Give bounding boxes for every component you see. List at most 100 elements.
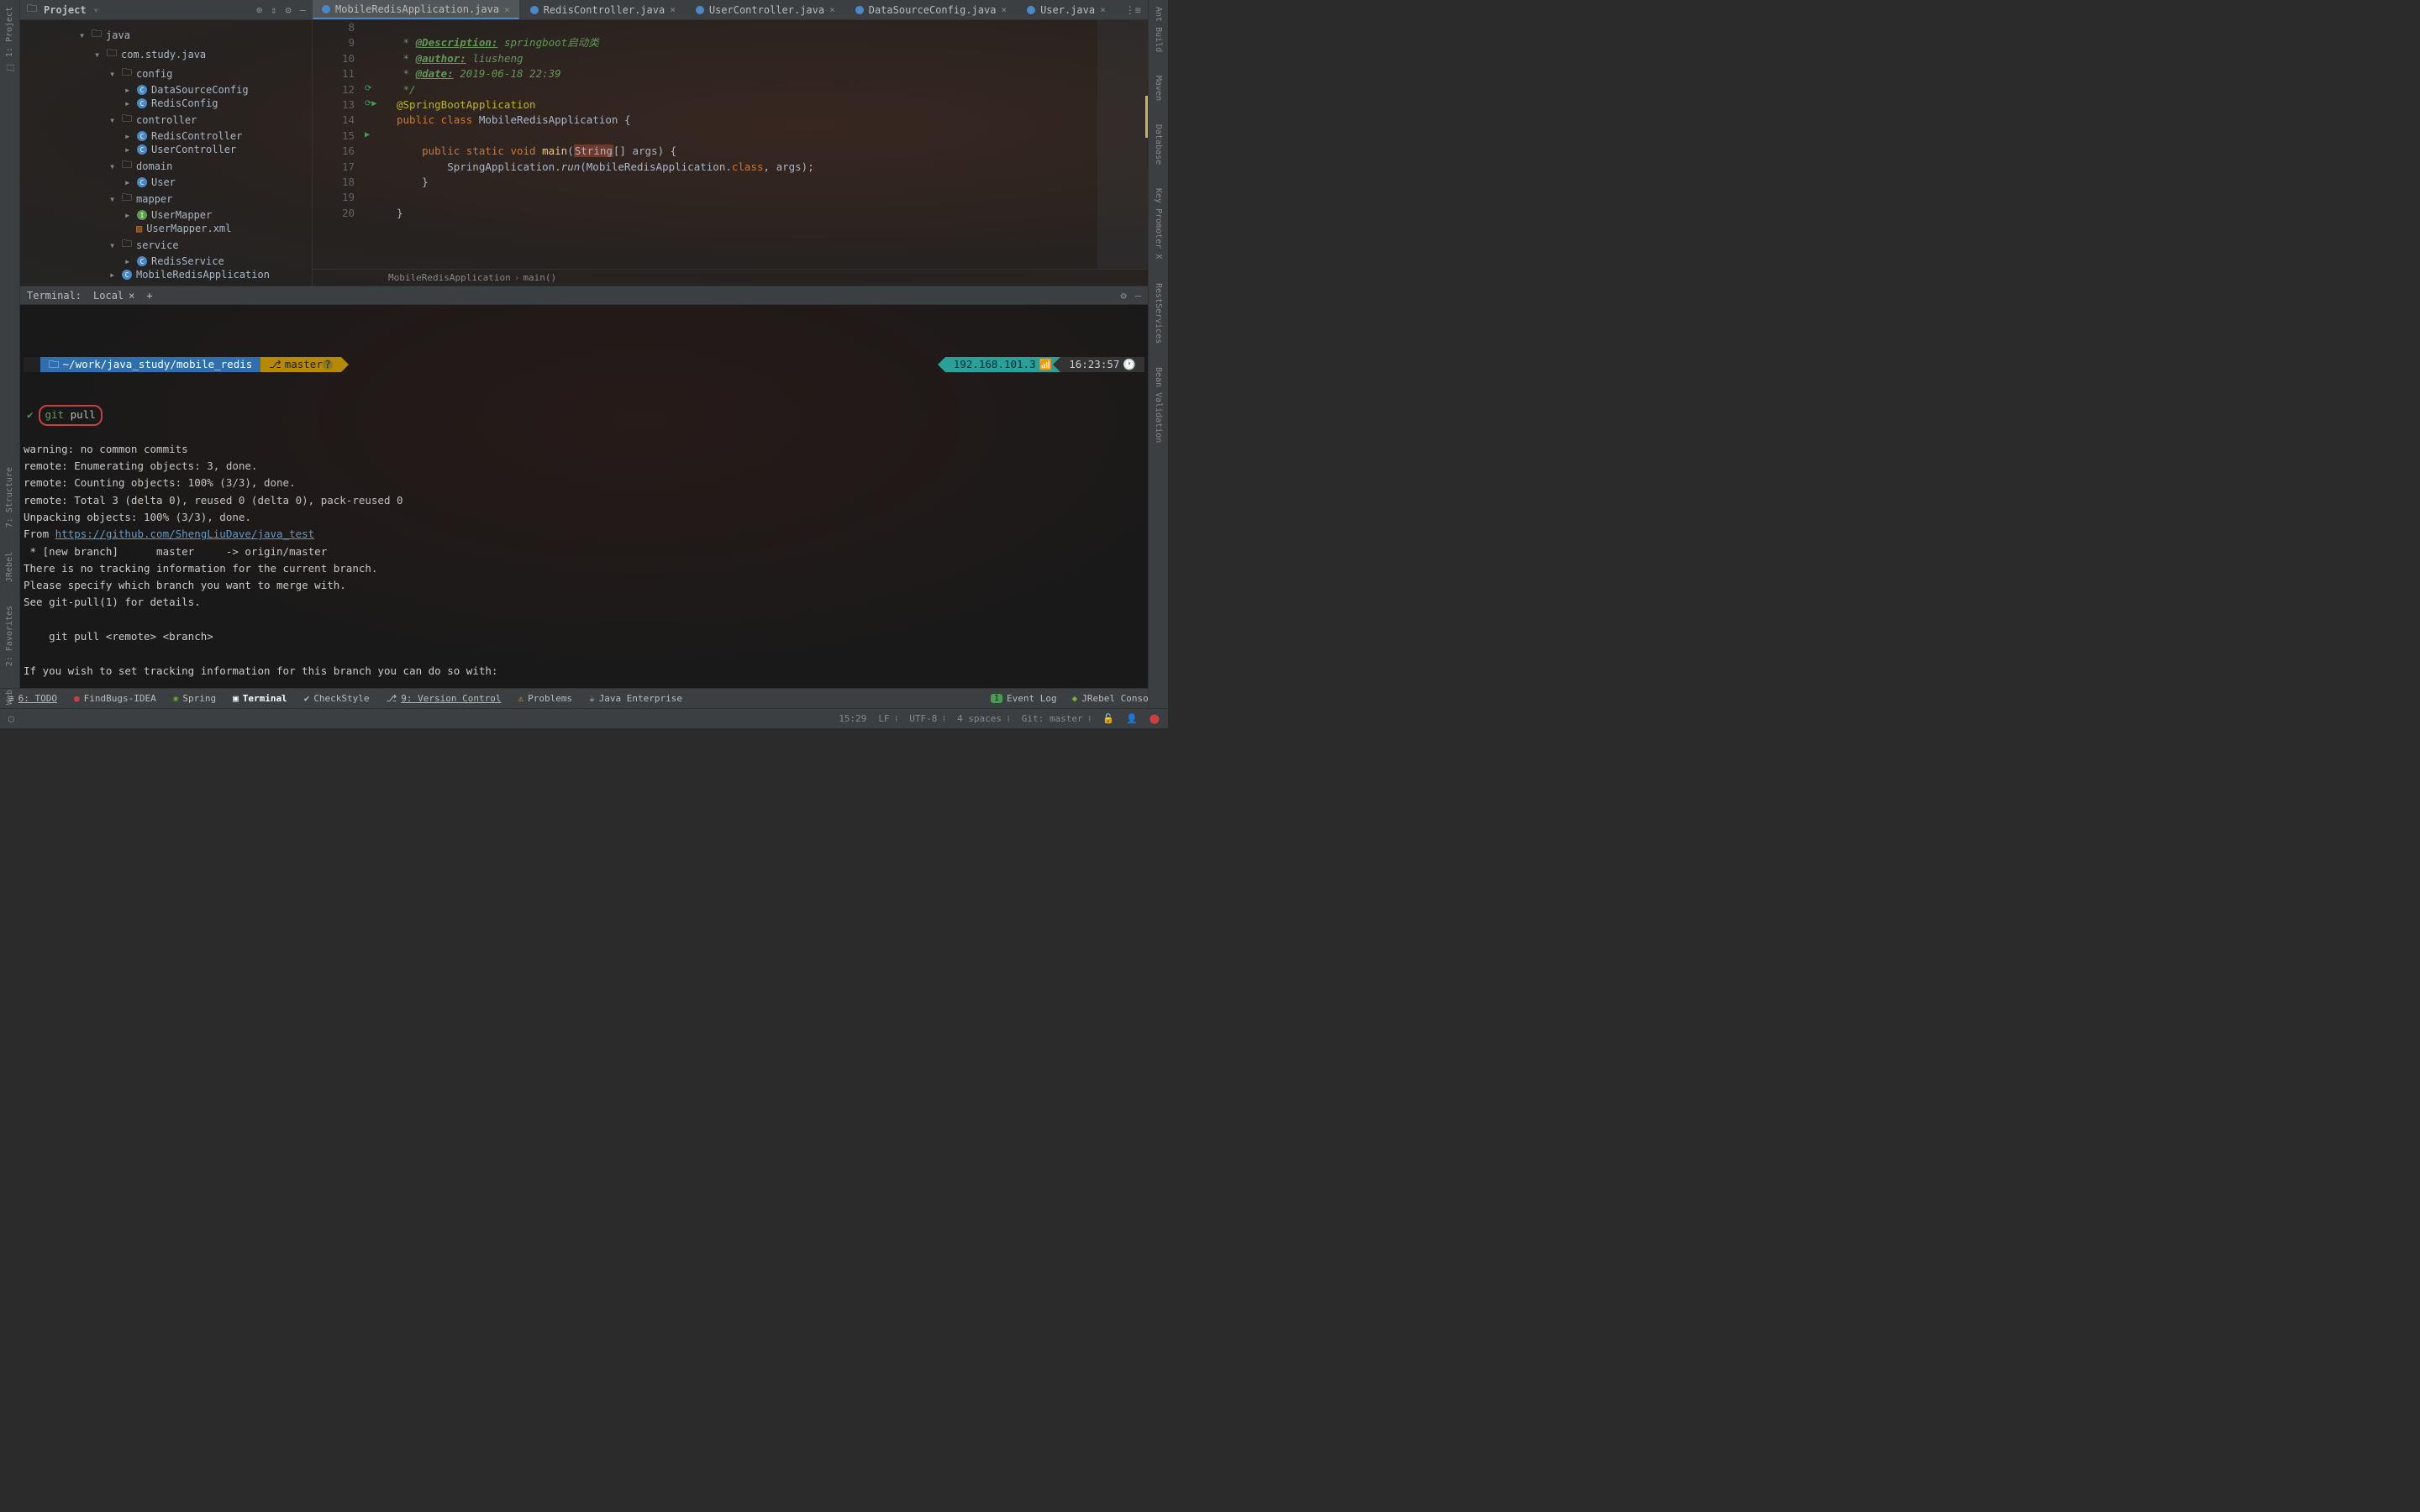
tree-domain[interactable]: ▾🗀domain: [20, 156, 312, 176]
terminal-icon: ▣: [233, 693, 239, 704]
class-icon: C: [137, 144, 147, 155]
package-icon: 🗀: [122, 111, 132, 129]
tool-version-control[interactable]: ⎇9: Version Control: [387, 693, 502, 704]
tree-resources[interactable]: ▸🗀resources: [20, 281, 312, 286]
status-encoding[interactable]: UTF-8 ⁞: [909, 713, 945, 724]
tabs-menu-icon[interactable]: ⋮≡: [1118, 4, 1148, 16]
tool-checkstyle[interactable]: ✔CheckStyle: [304, 693, 370, 704]
tool-web[interactable]: Web: [5, 686, 14, 708]
tree-item[interactable]: ▸CDataSourceConfig: [20, 83, 312, 97]
tree-service[interactable]: ▾🗀service: [20, 235, 312, 255]
close-icon[interactable]: ×: [504, 4, 510, 15]
status-position[interactable]: 15:29: [839, 713, 866, 724]
tool-problems[interactable]: ⚠Problems: [518, 693, 572, 704]
tool-database[interactable]: Database: [1154, 121, 1163, 168]
java-icon: [1027, 6, 1035, 14]
tree-controller[interactable]: ▾🗀controller: [20, 110, 312, 129]
tab-data-source-config[interactable]: DataSourceConfig.java×: [846, 0, 1016, 19]
tab-user-controller[interactable]: UserController.java×: [687, 0, 844, 19]
tab-user[interactable]: User.java ×: [1018, 0, 1115, 19]
tool-java-enterprise[interactable]: ☕Java Enterprise: [589, 693, 682, 704]
xml-icon: ▧: [136, 223, 142, 234]
terminal[interactable]: 🗀~/work/java_study/mobile_redis ⎇master …: [20, 305, 1148, 688]
status-lock-icon[interactable]: 🔓: [1102, 713, 1114, 724]
tree-item[interactable]: ▸CRedisService: [20, 255, 312, 268]
breadcrumb[interactable]: MobileRedisApplication›main(): [313, 269, 1148, 286]
status-bar: ▢ 15:29 LF ⁞ UTF-8 ⁞ 4 spaces ⁞ Git: mas…: [0, 708, 1168, 728]
tree-item[interactable]: ▸CMobileRedisApplication: [20, 268, 312, 281]
tool-bean-validation[interactable]: Bean Validation: [1154, 364, 1163, 446]
tree-item[interactable]: ▸CUser: [20, 176, 312, 189]
gear-icon[interactable]: ⚙: [1121, 290, 1127, 302]
tab-label: User.java: [1040, 4, 1095, 16]
run-icon[interactable]: ▶: [365, 128, 370, 143]
project-tree[interactable]: ▾🗀java ▾🗀com.study.java ▾🗀config ▸CDataS…: [20, 20, 313, 286]
close-icon[interactable]: ×: [1100, 4, 1106, 15]
tool-favorites[interactable]: 2: Favorites: [5, 602, 14, 669]
tool-ant[interactable]: Ant Build: [1154, 3, 1163, 55]
breadcrumb-item[interactable]: MobileRedisApplication: [388, 272, 511, 283]
breadcrumb-item[interactable]: main(): [523, 272, 556, 283]
prompt-branch: ⎇master ?: [260, 357, 341, 372]
tree-item[interactable]: ▸CUserController: [20, 143, 312, 156]
tool-terminal[interactable]: ▣Terminal: [233, 693, 287, 704]
spring-icon[interactable]: ⟳: [365, 81, 371, 97]
close-icon[interactable]: ×: [829, 4, 835, 15]
code-editor[interactable]: 891011121314151617181920 ⟳ ⟳▶ ▶ * @Descr…: [313, 20, 1148, 286]
tree-java[interactable]: ▾🗀java: [20, 25, 312, 45]
status-error-icon[interactable]: ⬤: [1150, 713, 1160, 724]
event-log[interactable]: 1Event Log: [991, 693, 1057, 704]
tree-item[interactable]: ▸CRedisController: [20, 129, 312, 143]
tree-label: User: [151, 176, 176, 188]
status-man-icon[interactable]: 👤: [1126, 713, 1138, 724]
status-windows-icon[interactable]: ▢: [8, 713, 14, 724]
status-git[interactable]: Git: master ⁞: [1022, 713, 1092, 724]
code-content[interactable]: * @Description: springboot启动类 * @author:…: [381, 20, 814, 269]
status-indent[interactable]: 4 spaces ⁞: [957, 713, 1010, 724]
right-tool-strip: Ant Build Maven Database Key Promoter X …: [1148, 0, 1168, 708]
gear-icon[interactable]: ⚙: [286, 4, 292, 16]
tree-label: UserMapper.xml: [146, 223, 231, 234]
tree-label: java: [106, 29, 130, 41]
tool-spring[interactable]: ❀Spring: [173, 693, 216, 704]
tool-structure[interactable]: 7: Structure: [5, 464, 14, 531]
tab-label: RedisController.java: [544, 4, 666, 16]
tree-label: RedisController: [151, 130, 242, 142]
spring-icon: ❀: [173, 693, 179, 704]
tree-item[interactable]: ▧ UserMapper.xml: [20, 222, 312, 235]
terminal-tabs: Terminal: Local× + ⚙ —: [20, 286, 1148, 305]
tree-config[interactable]: ▾🗀config: [20, 64, 312, 83]
minimap[interactable]: [1097, 20, 1148, 269]
run-icon[interactable]: ⟳▶: [365, 97, 376, 112]
hide-icon[interactable]: —: [300, 4, 306, 16]
tool-maven[interactable]: Maven: [1154, 72, 1163, 104]
tool-key-promoter[interactable]: Key Promoter X: [1154, 185, 1163, 262]
tree-item[interactable]: ▸CRedisConfig: [20, 97, 312, 110]
tool-todo[interactable]: ≡6: TODO: [8, 693, 57, 704]
tool-findbugs[interactable]: ●FindBugs-IDEA: [74, 693, 156, 704]
tree-mapper[interactable]: ▾🗀mapper: [20, 189, 312, 208]
package-icon: 🗀: [122, 65, 132, 82]
terminal-prompt: 🗀~/work/java_study/mobile_redis ⎇master …: [24, 356, 1144, 373]
tree-package[interactable]: ▾🗀com.study.java: [20, 45, 312, 64]
close-icon[interactable]: ×: [129, 290, 134, 302]
target-icon[interactable]: ⊕: [256, 4, 262, 16]
tree-item[interactable]: ▸IUserMapper: [20, 208, 312, 222]
tool-rest-services[interactable]: RestServices: [1154, 280, 1163, 347]
tree-label: mapper: [136, 193, 172, 205]
close-icon[interactable]: ×: [1001, 4, 1007, 15]
hide-icon[interactable]: —: [1135, 290, 1141, 302]
tool-jrebel[interactable]: JRebel: [5, 549, 14, 585]
collapse-icon[interactable]: ⇕: [271, 4, 276, 16]
tab-mobile-redis-application[interactable]: MobileRedisApplication.java ×: [313, 0, 519, 19]
jrebel-console[interactable]: ◆JRebel Console: [1072, 693, 1160, 704]
tool-project[interactable]: 🗀1: Project: [3, 3, 17, 78]
apple-icon: [24, 357, 40, 372]
terminal-new-tab[interactable]: +: [146, 290, 152, 302]
terminal-tab-local[interactable]: Local×: [93, 290, 134, 302]
terminal-link[interactable]: https://github.com/ShengLiuDave/java_tes…: [55, 528, 315, 540]
close-icon[interactable]: ×: [670, 4, 676, 15]
tab-redis-controller[interactable]: RedisController.java ×: [521, 0, 685, 19]
status-line-sep[interactable]: LF ⁞: [878, 713, 897, 724]
tab-label: MobileRedisApplication.java: [335, 3, 499, 15]
